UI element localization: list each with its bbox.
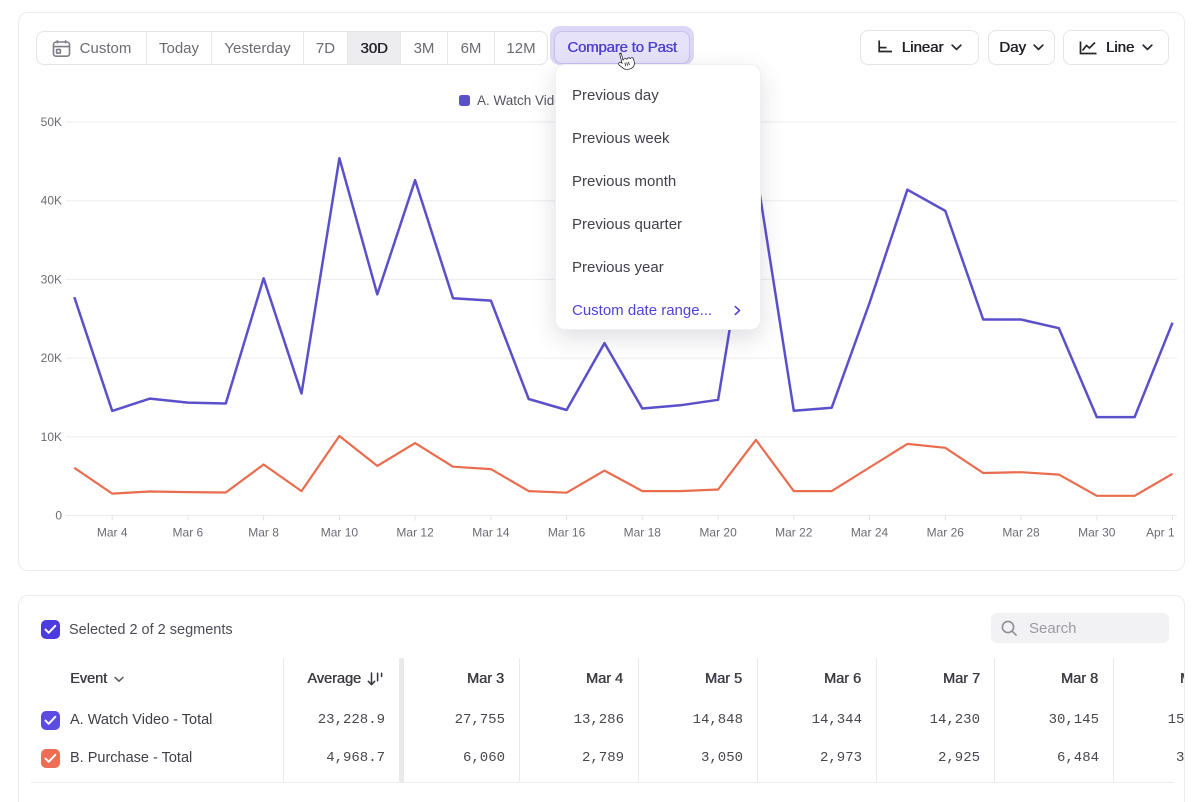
svg-text:Mar 8: Mar 8	[248, 526, 279, 540]
svg-text:Apr 1: Apr 1	[1146, 526, 1175, 540]
svg-text:Mar 12: Mar 12	[396, 526, 434, 540]
svg-text:Mar 30: Mar 30	[1078, 526, 1116, 540]
svg-text:Mar 4: Mar 4	[97, 526, 128, 540]
svg-text:Mar 10: Mar 10	[321, 526, 359, 540]
svg-text:10K: 10K	[41, 430, 62, 444]
svg-text:20K: 20K	[41, 351, 62, 365]
svg-text:Mar 22: Mar 22	[775, 526, 813, 540]
svg-text:Mar 18: Mar 18	[624, 526, 662, 540]
svg-text:Mar 20: Mar 20	[699, 526, 737, 540]
svg-text:Mar 14: Mar 14	[472, 526, 510, 540]
svg-text:Mar 24: Mar 24	[851, 526, 889, 540]
svg-text:Mar 28: Mar 28	[1002, 526, 1040, 540]
svg-text:40K: 40K	[41, 194, 62, 208]
svg-text:Mar 26: Mar 26	[927, 526, 965, 540]
svg-text:50K: 50K	[41, 115, 62, 129]
svg-text:30K: 30K	[41, 272, 62, 286]
svg-text:Mar 6: Mar 6	[173, 526, 204, 540]
svg-text:0: 0	[55, 509, 62, 523]
svg-text:Mar 16: Mar 16	[548, 526, 586, 540]
